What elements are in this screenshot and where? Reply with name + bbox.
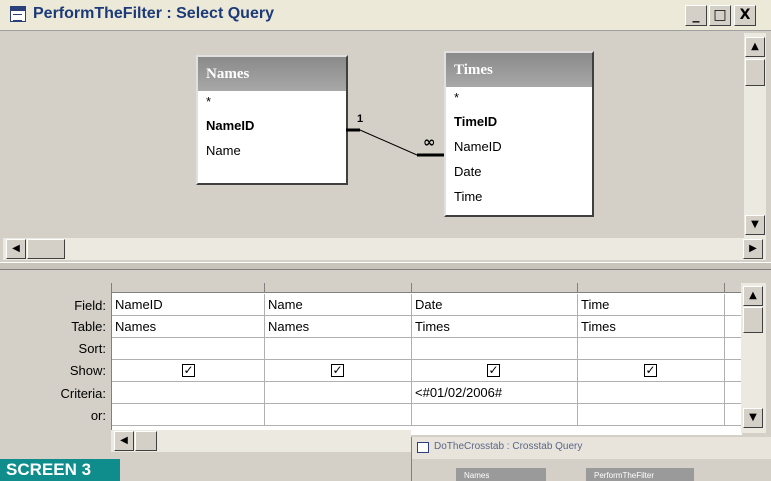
grid-cell-field[interactable]: NameID	[112, 294, 265, 316]
column-selector[interactable]	[578, 283, 725, 293]
grid-cell-criteria[interactable]	[112, 382, 265, 404]
scroll-thumb[interactable]	[27, 239, 65, 259]
grid-cell-criteria[interactable]: <#01/02/2006#	[412, 382, 578, 404]
show-checkbox[interactable]: ✓	[182, 364, 195, 377]
grid-cell-show[interactable]: ✓	[412, 360, 578, 382]
query-design-grid[interactable]: NameID Names ✓ Name Names ✓ Date Times ✓…	[111, 283, 742, 435]
grid-cell-sort[interactable]	[578, 338, 725, 360]
grid-cell-field[interactable]: Name	[265, 294, 412, 316]
row-label-show: Show:	[69, 363, 106, 378]
grid-cell-empty[interactable]	[725, 316, 742, 338]
show-checkbox[interactable]: ✓	[487, 364, 500, 377]
scroll-thumb[interactable]	[135, 431, 157, 451]
relationship-line[interactable]	[3, 33, 743, 238]
crosstab-field-list[interactable]: PerformTheFilter	[586, 468, 694, 481]
window-title: PerformTheFilter : Select Query	[33, 5, 274, 22]
grid-cell-or[interactable]	[412, 404, 578, 426]
grid-cell-empty[interactable]	[725, 338, 742, 360]
grid-vertical-scrollbar[interactable]: ▲ ▼	[741, 283, 766, 433]
grid-cell-table[interactable]: Times	[578, 316, 725, 338]
query-icon	[417, 442, 429, 453]
grid-cell-or[interactable]	[578, 404, 725, 426]
maximize-button[interactable]: □	[709, 5, 731, 26]
column-selector[interactable]	[265, 283, 412, 293]
scroll-left-icon[interactable]: ◀	[114, 431, 134, 451]
relationship-many-label: ∞	[423, 133, 436, 151]
crosstab-title-bar[interactable]: DoTheCrosstab : Crosstab Query	[412, 437, 771, 459]
minimize-button[interactable]: _	[685, 5, 707, 26]
pane-splitter[interactable]	[0, 262, 771, 270]
table-design-pane[interactable]: Names * NameID Name Times * TimeID NameI…	[3, 33, 743, 238]
row-label-field: Field:	[74, 298, 106, 313]
row-label-table: Table:	[71, 319, 106, 334]
grid-cell-or[interactable]	[265, 404, 412, 426]
row-label-sort: Sort:	[78, 341, 106, 356]
scroll-right-icon[interactable]: ▶	[743, 239, 763, 259]
relationship-one-label: 1	[357, 113, 364, 125]
grid-cell-criteria[interactable]	[265, 382, 412, 404]
title-bar[interactable]: PerformTheFilter : Select Query _ □ X	[0, 0, 771, 31]
grid-cell-empty[interactable]	[725, 360, 742, 382]
row-label-or: or:	[90, 408, 106, 423]
scroll-down-icon[interactable]: ▼	[745, 215, 765, 235]
grid-cell-table[interactable]: Times	[412, 316, 578, 338]
horizontal-scrollbar[interactable]: ◀ ▶	[3, 238, 766, 260]
vertical-scrollbar[interactable]: ▲ ▼	[744, 33, 766, 238]
scroll-down-icon[interactable]: ▼	[743, 408, 763, 428]
grid-cell-sort[interactable]	[112, 338, 265, 360]
grid-cell-empty[interactable]	[725, 404, 742, 426]
grid-horizontal-scrollbar[interactable]: ◀	[111, 430, 411, 452]
show-checkbox[interactable]: ✓	[644, 364, 657, 377]
close-button[interactable]: X	[734, 5, 756, 26]
grid-cell-show[interactable]: ✓	[265, 360, 412, 382]
row-label-criteria: Criteria:	[60, 386, 106, 401]
scroll-thumb[interactable]	[745, 59, 765, 86]
grid-cell-sort[interactable]	[265, 338, 412, 360]
column-selector[interactable]	[112, 283, 265, 293]
grid-cell-show[interactable]: ✓	[578, 360, 725, 382]
grid-cell-show[interactable]: ✓	[112, 360, 265, 382]
grid-cell-empty[interactable]	[725, 382, 742, 404]
grid-cell-table[interactable]: Names	[265, 316, 412, 338]
scroll-left-icon[interactable]: ◀	[6, 239, 26, 259]
grid-cell-empty[interactable]	[725, 294, 742, 316]
grid-cell-sort[interactable]	[412, 338, 578, 360]
grid-cell-field[interactable]: Date	[412, 294, 578, 316]
crosstab-field-list[interactable]: Names	[456, 468, 546, 481]
show-checkbox[interactable]: ✓	[331, 364, 344, 377]
column-selector[interactable]	[412, 283, 578, 293]
crosstab-window-title: DoTheCrosstab : Crosstab Query	[434, 441, 583, 452]
query-icon	[10, 6, 26, 22]
crosstab-query-window[interactable]: DoTheCrosstab : Crosstab Query Names Per…	[411, 437, 771, 481]
grid-cell-criteria[interactable]	[578, 382, 725, 404]
grid-cell-field[interactable]: Time	[578, 294, 725, 316]
scroll-thumb[interactable]	[743, 307, 763, 333]
query-window: PerformTheFilter : Select Query _ □ X Na…	[0, 0, 771, 481]
scroll-up-icon[interactable]: ▲	[745, 37, 765, 57]
scroll-up-icon[interactable]: ▲	[743, 286, 763, 306]
grid-cell-or[interactable]	[112, 404, 265, 426]
screen-caption: SCREEN 3	[0, 459, 120, 481]
column-selector[interactable]	[725, 283, 742, 293]
grid-cell-table[interactable]: Names	[112, 316, 265, 338]
